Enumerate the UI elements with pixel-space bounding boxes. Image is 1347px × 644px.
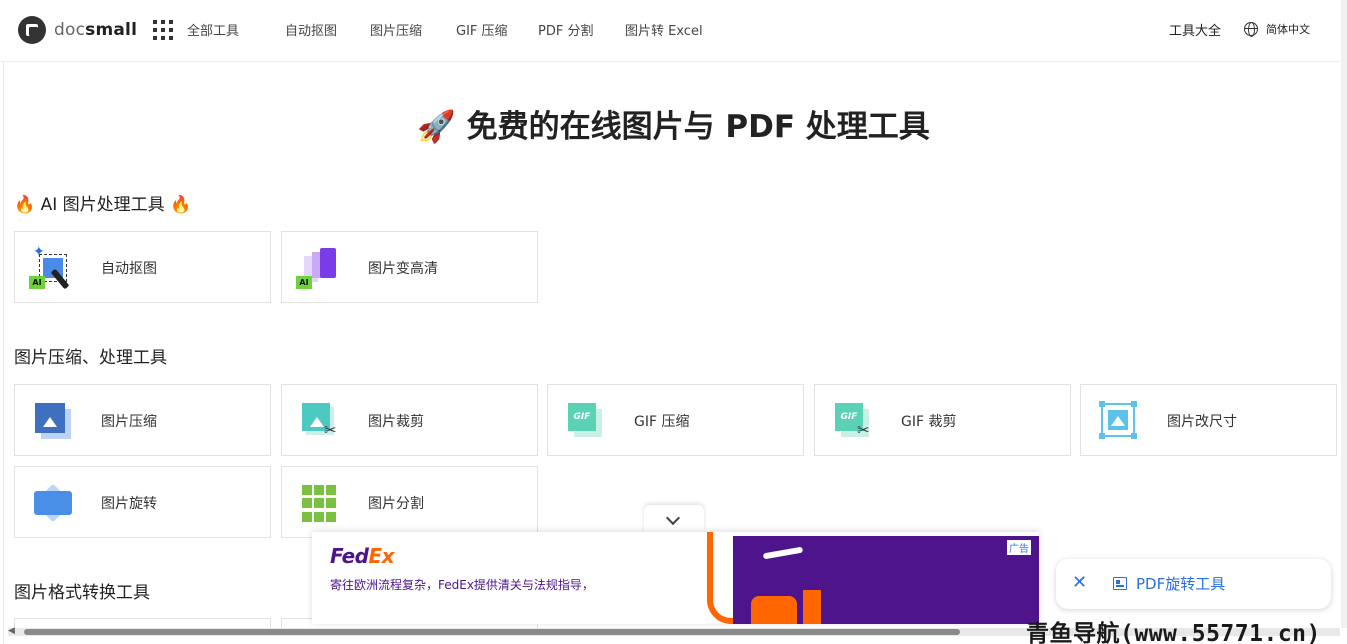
floating-tool-label: PDF旋转工具: [1136, 575, 1226, 593]
nav-all-tools[interactable]: 全部工具: [187, 20, 239, 39]
tool-card-label: 图片分割: [368, 496, 424, 512]
tool-card-auto-cutout[interactable]: ✦ AI 自动抠图: [14, 231, 271, 303]
tool-card-upscale[interactable]: AI 图片变高清: [281, 231, 538, 303]
watermark: 青鱼导航(www.55771.cn): [1026, 621, 1321, 644]
split-icon: [300, 483, 340, 523]
nav-image-to-excel[interactable]: 图片转 Excel: [625, 20, 703, 39]
section-title-ai: 🔥 AI 图片处理工具 🔥: [14, 195, 192, 215]
cutout-icon: ✦ AI: [29, 244, 73, 290]
tool-card-gif-crop[interactable]: GIF ✂ GIF 裁剪: [814, 384, 1071, 456]
language-label: 简体中文: [1266, 23, 1310, 36]
tool-card-label: 图片压缩: [101, 414, 157, 430]
tool-card-image-compress[interactable]: 图片压缩: [14, 384, 271, 456]
airplane-icon: [762, 546, 804, 560]
ad-badge[interactable]: 广告: [1007, 540, 1031, 555]
upscale-icon: AI: [296, 248, 340, 289]
close-icon[interactable]: ✕: [1072, 572, 1087, 593]
nav-tools-all[interactable]: 工具大全: [1169, 20, 1221, 39]
windmill-icon: [803, 590, 821, 624]
left-divider: [3, 62, 4, 644]
nav-image-compress[interactable]: 图片压缩: [370, 20, 422, 39]
resize-icon: [1099, 401, 1139, 441]
language-selector[interactable]: 简体中文: [1244, 21, 1310, 37]
ad-collapse-toggle[interactable]: [644, 505, 704, 533]
chevron-down-icon: [665, 510, 681, 526]
image-compress-icon: [33, 401, 73, 441]
document-icon: [1113, 577, 1127, 590]
tool-card-label: 图片裁剪: [368, 414, 424, 430]
logo[interactable]: docsmall: [18, 16, 137, 44]
scrollbar-thumb[interactable]: [24, 629, 960, 635]
apps-grid-icon[interactable]: [153, 20, 173, 40]
ad-image: 广告: [733, 536, 1039, 624]
nav-auto-cutout[interactable]: 自动抠图: [285, 20, 337, 39]
tool-card-rotate[interactable]: 图片旋转: [14, 466, 271, 538]
colosseum-icon: [751, 596, 797, 624]
tool-card-label: GIF 裁剪: [901, 414, 957, 430]
tool-card-label: 图片旋转: [101, 496, 157, 512]
gif-compress-icon: GIF: [566, 401, 606, 441]
image-crop-icon: ✂: [300, 401, 340, 441]
gif-crop-icon: GIF ✂: [833, 401, 873, 441]
floating-tool-button[interactable]: ✕ PDF旋转工具: [1056, 559, 1331, 609]
nav-pdf-split[interactable]: PDF 分割: [538, 20, 593, 39]
tool-card-partial[interactable]: [14, 618, 271, 628]
tool-card-resize[interactable]: 图片改尺寸: [1080, 384, 1337, 456]
logo-icon: [18, 16, 46, 44]
tool-card-gif-compress[interactable]: GIF GIF 压缩: [547, 384, 804, 456]
ad-text: 寄往欧洲流程复杂，FedEx提供清关与法规指导，: [330, 578, 594, 592]
globe-icon: [1244, 22, 1258, 37]
ad-banner[interactable]: FedEx 寄往欧洲流程复杂，FedEx提供清关与法规指导， 广告: [312, 532, 1039, 624]
tool-card-label: 图片变高清: [368, 261, 438, 277]
page-title: 🚀 免费的在线图片与 PDF 处理工具: [417, 109, 930, 145]
nav-gif-compress[interactable]: GIF 压缩: [456, 20, 508, 39]
vertical-scrollbar[interactable]: [1341, 0, 1347, 628]
tool-card-label: 自动抠图: [101, 261, 157, 277]
tool-card-label: GIF 压缩: [634, 414, 690, 430]
fedex-logo: FedEx: [330, 544, 395, 568]
section-title-compress: 图片压缩、处理工具: [14, 348, 167, 368]
logo-text: docsmall: [54, 20, 138, 40]
section-title-convert: 图片格式转换工具: [14, 583, 150, 603]
scroll-left-arrow-icon[interactable]: ◀: [8, 626, 15, 636]
tool-card-split[interactable]: 图片分割: [281, 466, 538, 538]
tool-card-image-crop[interactable]: ✂ 图片裁剪: [281, 384, 538, 456]
rotate-icon: [33, 483, 73, 523]
tool-card-label: 图片改尺寸: [1167, 414, 1237, 430]
